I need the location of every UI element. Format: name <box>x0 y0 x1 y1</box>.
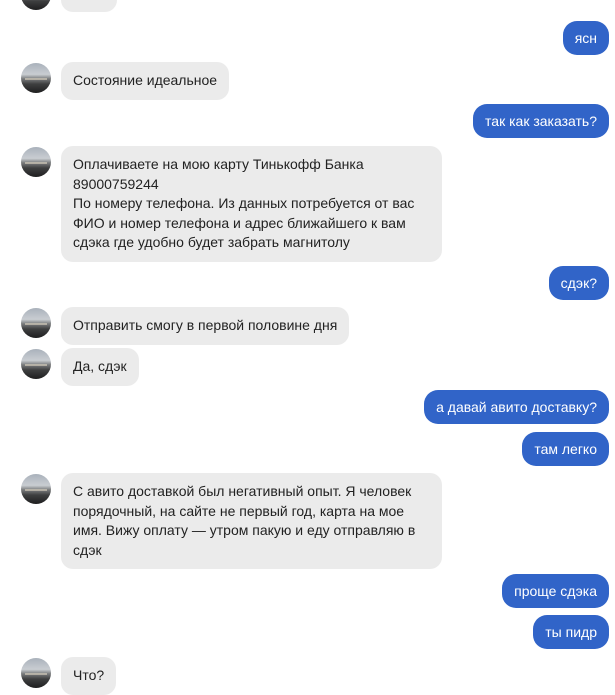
incoming-message: С авито доставкой был негативный опыт. Я… <box>61 473 442 569</box>
contact-avatar-icon[interactable] <box>21 349 51 379</box>
contact-avatar-icon[interactable] <box>21 308 51 338</box>
contact-avatar-icon[interactable] <box>21 474 51 504</box>
outgoing-message: а давай авито доставку? <box>424 390 609 424</box>
incoming-message <box>61 0 117 12</box>
contact-avatar-icon[interactable] <box>21 658 51 688</box>
incoming-message: Оплачиваете на мою карту Тинькофф Банка … <box>61 146 442 262</box>
incoming-message: Отправить смогу в первой половине дня <box>61 307 350 345</box>
outgoing-message: проще сдэка <box>502 574 609 608</box>
outgoing-message: ты пидр <box>533 615 609 649</box>
outgoing-message: так как заказать? <box>473 104 609 138</box>
contact-avatar-icon[interactable] <box>21 147 51 177</box>
outgoing-message: сдэк? <box>548 266 609 300</box>
incoming-message: Состояние идеальное <box>61 62 230 100</box>
incoming-message: Что? <box>61 657 117 695</box>
incoming-message: Да, сдэк <box>61 348 139 386</box>
contact-avatar-icon[interactable] <box>21 63 51 93</box>
outgoing-message: ясн <box>562 21 609 55</box>
outgoing-message: там легко <box>522 432 609 466</box>
contact-avatar-icon[interactable] <box>21 0 51 10</box>
chat-message-list[interactable]: ясн Состояние идеальное так как заказать… <box>0 0 615 695</box>
